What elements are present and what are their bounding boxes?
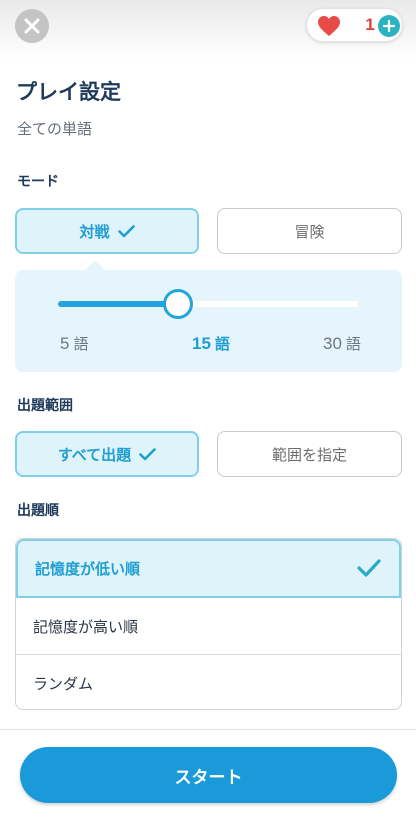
mode-label: モード: [17, 174, 59, 190]
slider-max-label: 30 語: [323, 334, 361, 353]
footer-divider: [0, 729, 416, 730]
slider-value-label: 15 語: [192, 334, 230, 353]
mode-option-adventure[interactable]: 冒険: [217, 208, 402, 254]
word-count-slider-fill: [58, 301, 178, 307]
plus-icon: [383, 20, 395, 32]
lives-counter: 1: [306, 8, 403, 42]
check-icon: [357, 559, 381, 577]
page-title: プレイ設定: [16, 80, 121, 104]
close-button[interactable]: [15, 9, 49, 43]
order-option-random[interactable]: ランダム: [16, 655, 401, 709]
order-list: 記憶度が低い順 記憶度が高い順 ランダム: [15, 538, 402, 710]
range-option-specify[interactable]: 範囲を指定: [217, 431, 402, 477]
mode-option-label: 冒険: [294, 222, 325, 241]
check-icon: [139, 447, 156, 460]
word-count-slider-thumb[interactable]: [163, 289, 193, 319]
range-option-label: 範囲を指定: [271, 445, 347, 464]
range-label: 出題範囲: [17, 398, 73, 414]
word-count-panel: [15, 270, 402, 372]
page-subtitle: 全ての単語: [17, 120, 93, 138]
order-option-label: 記憶度が低い順: [35, 560, 141, 578]
order-option-high-memory[interactable]: 記憶度が高い順: [16, 598, 401, 654]
mode-option-label: 対戦: [79, 222, 110, 241]
heart-icon: [318, 16, 340, 36]
order-option-label: 記憶度が高い順: [33, 617, 139, 636]
order-option-low-memory[interactable]: 記憶度が低い順: [16, 539, 401, 598]
add-lives-button[interactable]: [378, 15, 400, 37]
range-option-label: すべて出題: [57, 445, 132, 464]
order-option-label: ランダム: [33, 674, 94, 693]
check-icon: [117, 224, 135, 237]
close-icon: [24, 18, 40, 34]
mode-option-battle[interactable]: 対戦: [15, 208, 199, 254]
lives-count: 1: [365, 15, 375, 34]
range-option-all[interactable]: すべて出題: [15, 431, 199, 477]
order-label: 出題順: [17, 503, 59, 519]
start-button[interactable]: スタート: [20, 747, 397, 803]
slider-min-label: 5語: [60, 334, 89, 353]
